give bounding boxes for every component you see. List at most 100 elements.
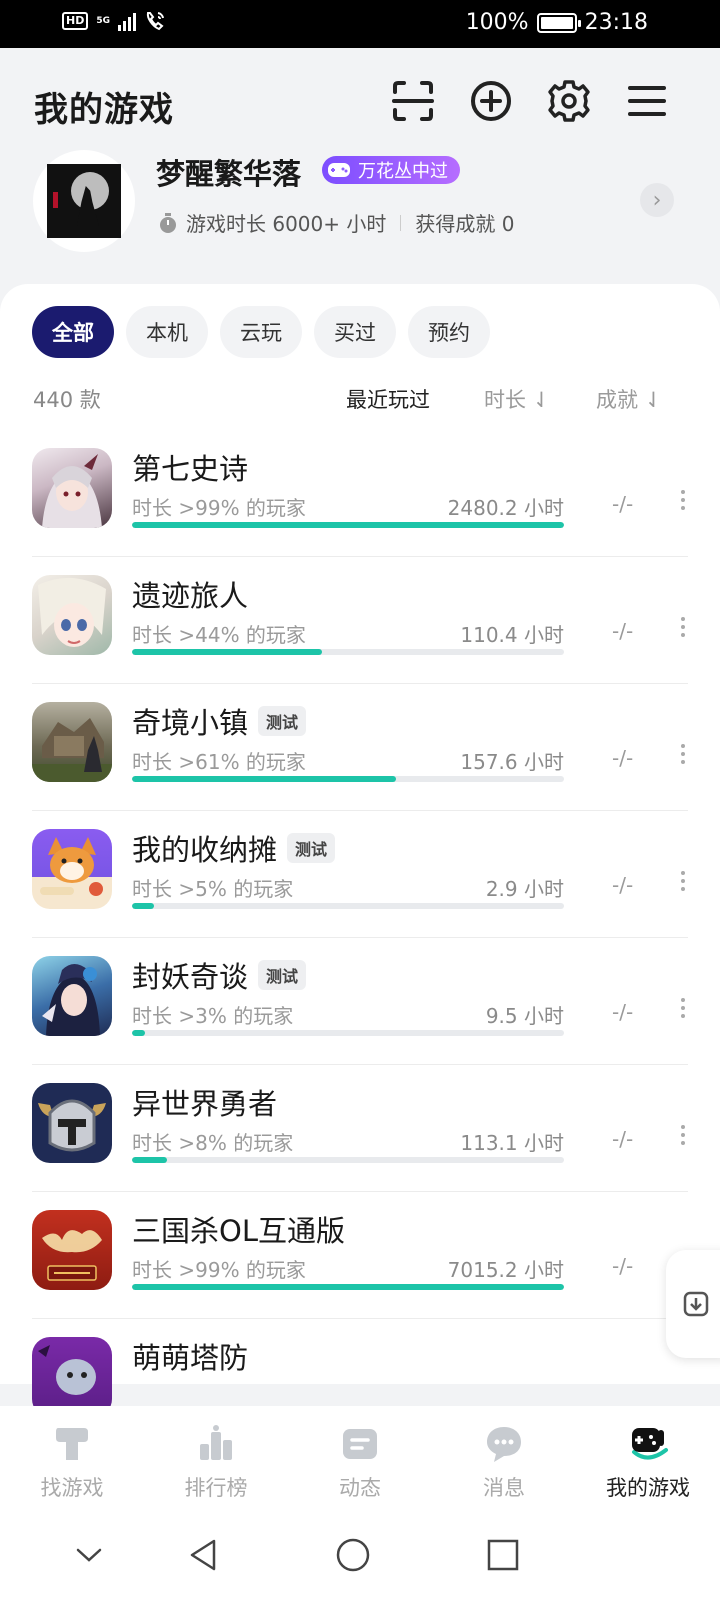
game-row[interactable]: 第七史诗 时长 >99% 的玩家 2480.2 小时 -/- bbox=[0, 430, 720, 557]
game-hours: 113.1 小时 bbox=[460, 1131, 564, 1155]
settings-gear-icon[interactable] bbox=[546, 78, 592, 124]
stopwatch-icon bbox=[160, 212, 176, 233]
stats-divider bbox=[400, 214, 402, 231]
signal-icon bbox=[118, 11, 136, 31]
game-percentile: 时长 >61% 的玩家 bbox=[132, 750, 306, 774]
ranking-icon bbox=[200, 1425, 232, 1460]
game-achievement: -/- bbox=[612, 1127, 634, 1151]
filter-all[interactable]: 全部 bbox=[32, 306, 114, 358]
game-row[interactable]: 三国杀OL互通版 时长 >99% 的玩家 7015.2 小时 -/- bbox=[0, 1192, 720, 1319]
nav-ranking[interactable]: 排行榜 bbox=[144, 1406, 288, 1510]
nav-label: 我的游戏 bbox=[606, 1476, 690, 1500]
game-percentile: 时长 >5% 的玩家 bbox=[132, 877, 294, 901]
game-icon bbox=[32, 575, 112, 655]
game-achievement: -/- bbox=[612, 1254, 634, 1278]
beta-tag: 测试 bbox=[258, 960, 307, 990]
recents-square-icon[interactable] bbox=[480, 1532, 526, 1578]
more-options-icon[interactable] bbox=[678, 1125, 688, 1145]
game-hours: 157.6 小时 bbox=[460, 750, 564, 774]
game-icon bbox=[32, 702, 112, 782]
game-list: 第七史诗 时长 >99% 的玩家 2480.2 小时 -/- 遗迹旅人 时长 >… bbox=[0, 430, 720, 1446]
playtime-progress-bar bbox=[132, 1284, 564, 1290]
game-name: 我的收纳摊 bbox=[132, 833, 278, 867]
find-games-icon bbox=[56, 1428, 88, 1460]
status-bar: HD 5G 100% 23:18 bbox=[0, 0, 720, 48]
game-icon bbox=[32, 829, 112, 909]
sort-duration[interactable]: 时长 ⇃ bbox=[484, 384, 550, 414]
nav-messages[interactable]: 消息 bbox=[432, 1406, 576, 1510]
game-achievement: -/- bbox=[612, 492, 634, 516]
more-options-icon[interactable] bbox=[678, 617, 688, 637]
profile-stats: 游戏时长 6000+ 小时 获得成就 0 bbox=[158, 208, 514, 237]
nav-feed[interactable]: 动态 bbox=[288, 1406, 432, 1510]
game-name: 异世界勇者 bbox=[132, 1087, 278, 1121]
game-row[interactable]: 异世界勇者 时长 >8% 的玩家 113.1 小时 -/- bbox=[0, 1065, 720, 1192]
chevron-right-icon[interactable]: › bbox=[640, 183, 674, 217]
game-hours: 9.5 小时 bbox=[485, 1004, 564, 1028]
playtime-progress-bar bbox=[132, 1157, 564, 1163]
message-bubble-icon bbox=[487, 1427, 521, 1462]
playtime-progress-bar bbox=[132, 903, 564, 909]
username[interactable]: 梦醒繁华落 bbox=[156, 151, 301, 193]
game-hours: 110.4 小时 bbox=[460, 623, 564, 647]
back-triangle-icon[interactable] bbox=[180, 1532, 226, 1578]
game-icon bbox=[32, 1210, 112, 1290]
achievements-text: 获得成就 0 bbox=[415, 212, 515, 236]
game-name: 遗迹旅人 bbox=[132, 579, 249, 613]
game-row[interactable]: 遗迹旅人 时长 >44% 的玩家 110.4 小时 -/- bbox=[0, 557, 720, 684]
more-options-icon[interactable] bbox=[678, 744, 688, 764]
game-row[interactable]: 封妖奇谈 测试 时长 >3% 的玩家 9.5 小时 -/- bbox=[0, 938, 720, 1065]
battery-icon bbox=[536, 13, 581, 33]
filter-cloud[interactable]: 云玩 bbox=[220, 306, 302, 358]
wifi-calling-icon bbox=[146, 12, 164, 31]
home-circle-icon[interactable] bbox=[330, 1532, 376, 1578]
system-navigation-bar bbox=[0, 1510, 720, 1600]
game-hours: 2480.2 小时 bbox=[447, 496, 564, 520]
playtime-progress-bar bbox=[132, 649, 564, 655]
game-name: 萌萌塔防 bbox=[132, 1341, 249, 1375]
nav-find-games[interactable]: 找游戏 bbox=[0, 1406, 144, 1510]
title-badge[interactable]: 万花丛中过 bbox=[322, 156, 460, 184]
game-hours: 7015.2 小时 bbox=[447, 1258, 564, 1282]
nav-label: 动态 bbox=[339, 1476, 381, 1500]
game-percentile: 时长 >44% 的玩家 bbox=[132, 623, 306, 647]
game-count: 440 款 bbox=[33, 388, 101, 412]
nav-label: 找游戏 bbox=[40, 1476, 104, 1500]
playtime-progress-bar bbox=[132, 1030, 564, 1036]
game-percentile: 时长 >99% 的玩家 bbox=[132, 496, 306, 520]
game-icon bbox=[32, 1337, 112, 1417]
game-row[interactable]: 奇境小镇 测试 时长 >61% 的玩家 157.6 小时 -/- bbox=[0, 684, 720, 811]
game-name: 奇境小镇 bbox=[132, 706, 249, 740]
sort-recent[interactable]: 最近玩过 bbox=[346, 384, 430, 414]
network-type: 5G bbox=[96, 16, 110, 26]
feed-icon bbox=[343, 1429, 377, 1459]
beta-tag: 测试 bbox=[258, 706, 307, 736]
filter-reserved[interactable]: 预约 bbox=[408, 306, 490, 358]
game-hours: 2.9 小时 bbox=[485, 877, 564, 901]
game-percentile: 时长 >99% 的玩家 bbox=[132, 1258, 306, 1282]
sort-achievement[interactable]: 成就 ⇃ bbox=[596, 384, 662, 414]
clock: 23:18 bbox=[584, 10, 648, 35]
chevron-down-icon[interactable] bbox=[66, 1532, 112, 1578]
more-options-icon[interactable] bbox=[678, 998, 688, 1018]
game-percentile: 时长 >3% 的玩家 bbox=[132, 1004, 294, 1028]
playtime-text: 游戏时长 6000+ 小时 bbox=[186, 212, 387, 236]
my-games-controller-icon bbox=[632, 1428, 668, 1460]
battery-percent: 100% bbox=[465, 10, 529, 35]
nav-label: 排行榜 bbox=[184, 1476, 248, 1500]
download-float-button[interactable] bbox=[666, 1250, 720, 1358]
game-row[interactable]: 我的收纳摊 测试 时长 >5% 的玩家 2.9 小时 -/- bbox=[0, 811, 720, 938]
menu-icon[interactable] bbox=[624, 78, 670, 124]
filter-purchased[interactable]: 买过 bbox=[314, 306, 396, 358]
filter-chips: 全部 本机 云玩 买过 预约 bbox=[32, 306, 490, 358]
more-options-icon[interactable] bbox=[678, 490, 688, 510]
filter-local[interactable]: 本机 bbox=[126, 306, 208, 358]
avatar[interactable] bbox=[33, 150, 135, 252]
more-options-icon[interactable] bbox=[678, 871, 688, 891]
nav-my-games[interactable]: 我的游戏 bbox=[576, 1406, 720, 1510]
game-achievement: -/- bbox=[612, 1000, 634, 1024]
game-achievement: -/- bbox=[612, 746, 634, 770]
scan-icon[interactable] bbox=[390, 78, 436, 124]
nav-label: 消息 bbox=[483, 1476, 525, 1500]
add-icon[interactable] bbox=[468, 78, 514, 124]
